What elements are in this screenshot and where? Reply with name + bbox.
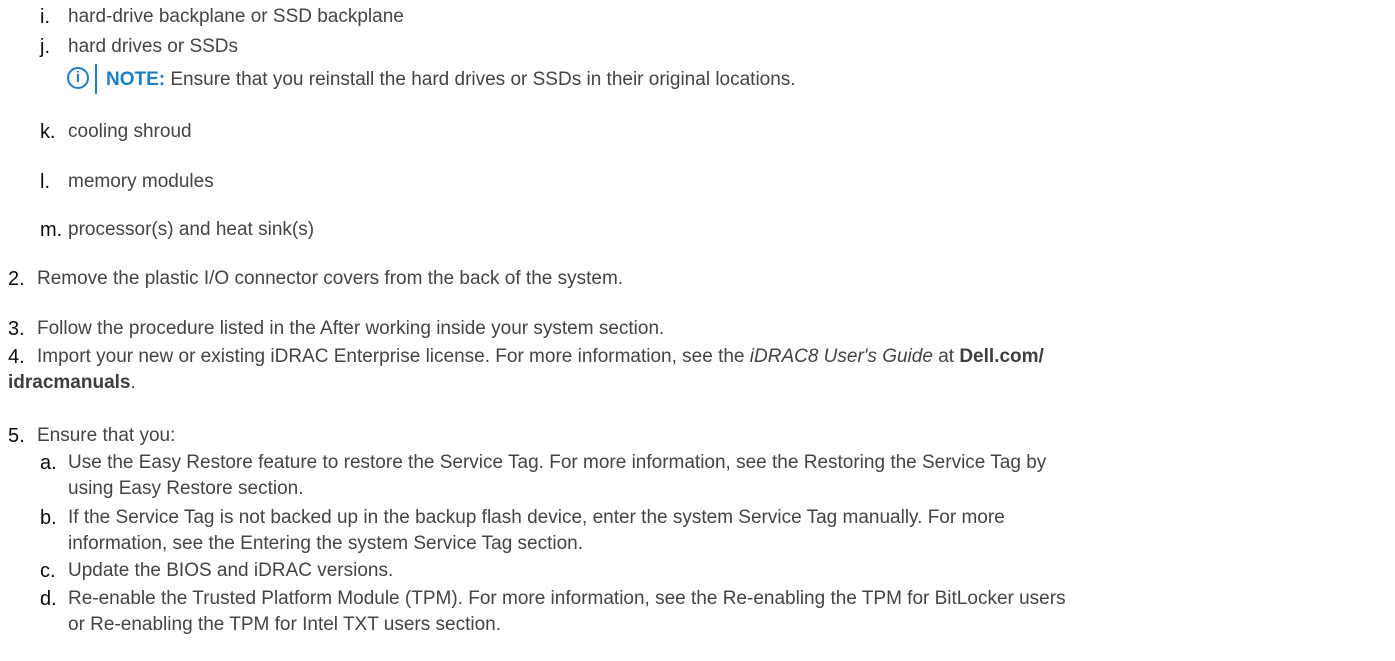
step-text-part: . [130, 372, 136, 393]
list-marker: d. [40, 588, 57, 610]
note-box: i NOTE: Ensure that you reinstall the ha… [67, 64, 1067, 94]
note-body: Ensure that you reinstall the hard drive… [165, 69, 796, 90]
list-marker: j. [40, 36, 50, 58]
step-text: Remove the plastic I/O connector covers … [37, 268, 624, 289]
list-marker: b. [40, 507, 57, 529]
guide-title: iDRAC8 User's Guide [749, 346, 933, 367]
list-marker: m. [40, 219, 63, 241]
list-marker: l. [40, 171, 50, 193]
manuals-link[interactable]: Dell.com/ [959, 346, 1043, 367]
list-item-text: Use the Easy Restore feature to restore … [68, 452, 1047, 473]
manuals-link-continuation[interactable]: idracmanuals [8, 372, 131, 393]
note-divider [95, 64, 97, 94]
list-marker: i. [40, 6, 50, 28]
list-item-text: cooling shroud [68, 121, 192, 142]
note-label: NOTE: [106, 69, 166, 90]
list-item-text: If the Service Tag is not backed up in t… [68, 507, 1005, 528]
step-text: Ensure that you: [37, 425, 176, 446]
step-text-part: Import your new or existing iDRAC Enterp… [37, 346, 750, 367]
info-icon: i [67, 67, 89, 89]
step-number: 3. [8, 318, 25, 340]
list-item-text: Update the BIOS and iDRAC versions. [68, 560, 394, 581]
list-item-text: using Easy Restore section. [68, 478, 304, 499]
list-item-text: processor(s) and heat sink(s) [68, 219, 315, 240]
list-item-text: hard drives or SSDs [68, 36, 239, 57]
list-item-text: memory modules [68, 171, 214, 192]
step-text: Import your new or existing iDRAC Enterp… [37, 345, 1044, 369]
step-text: idracmanuals. [8, 371, 136, 395]
list-marker: k. [40, 121, 56, 143]
list-item-text: or Re-enabling the TPM for Intel TXT use… [68, 614, 501, 635]
step-text-part: at [932, 346, 960, 367]
list-item-text: hard-drive backplane or SSD backplane [68, 6, 404, 27]
step-number: 5. [8, 425, 25, 447]
step-number: 4. [8, 346, 25, 368]
step-number: 2. [8, 268, 25, 290]
list-marker: c. [40, 560, 56, 582]
step-text: Follow the procedure listed in the After… [37, 318, 665, 339]
list-marker: a. [40, 452, 57, 474]
list-item-text: information, see the Entering the system… [68, 533, 584, 554]
list-item-text: Re-enable the Trusted Platform Module (T… [68, 588, 1066, 609]
note-text: NOTE: Ensure that you reinstall the hard… [106, 68, 796, 92]
